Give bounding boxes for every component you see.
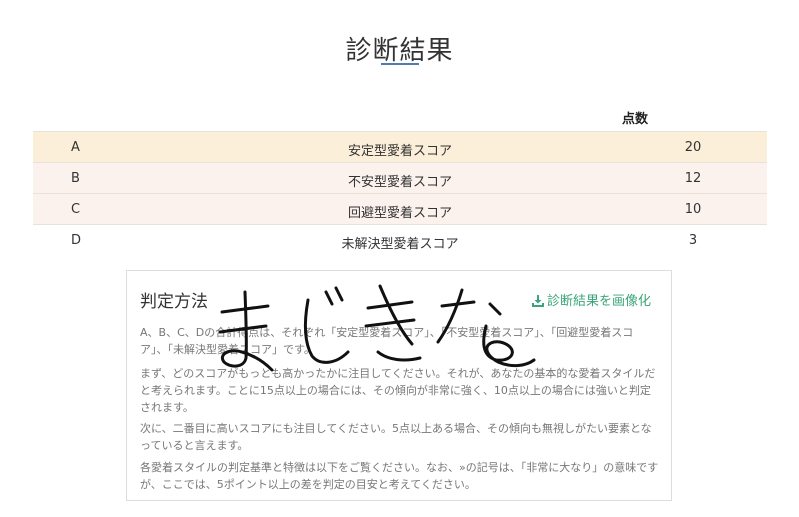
method-paragraph: A、B、C、Dの合計得点は、それぞれ「安定型愛着スコア」、「不安型愛着スコア」、… [140,326,634,356]
table-row: B 不安型愛着スコア 12 [33,162,767,193]
table-row: A 安定型愛着スコア 20 [33,131,767,162]
row-score: 20 [684,140,702,155]
method-paragraph: 次に、二番目に高いスコアにも注目してください。5点以上ある場合、その傾向も無視し… [140,422,652,452]
image-export-label: 診断結果を画像化 [546,294,651,309]
row-name: 未解決型愛着スコア [341,237,459,252]
method-box: 判定方法 診断結果を画像化 A、B、C、Dの合計得点は、それぞれ「安定型愛着スコ… [126,270,672,501]
method-title: 判定方法 [140,292,208,312]
row-score: 12 [684,171,702,186]
download-icon [531,295,544,307]
score-column-header: 点数 [621,112,648,127]
title-underline [381,63,419,65]
image-export-button[interactable]: 診断結果を画像化 [531,290,651,309]
row-score: 10 [684,202,702,217]
table-row: C 回避型愛着スコア 10 [33,193,767,224]
method-paragraph: 各愛着スタイルの判定基準と特徴は以下をご覧ください。なお、»の記号は、「非常に大… [140,461,659,491]
row-name: 安定型愛着スコア [347,144,452,159]
row-score: 3 [688,233,698,248]
result-table: A 安定型愛着スコア 20 B 不安型愛着スコア 12 C 回避型愛着スコア 1… [33,131,767,255]
table-row: D 未解決型愛着スコア 3 [33,224,767,255]
method-paragraph: まず、どのスコアがもっとも高かったかに注目してください。それが、あなたの基本的な… [140,367,656,414]
row-name: 回避型愛着スコア [347,206,452,221]
page-title: 診断結果 [345,36,454,66]
row-name: 不安型愛着スコア [347,175,452,190]
